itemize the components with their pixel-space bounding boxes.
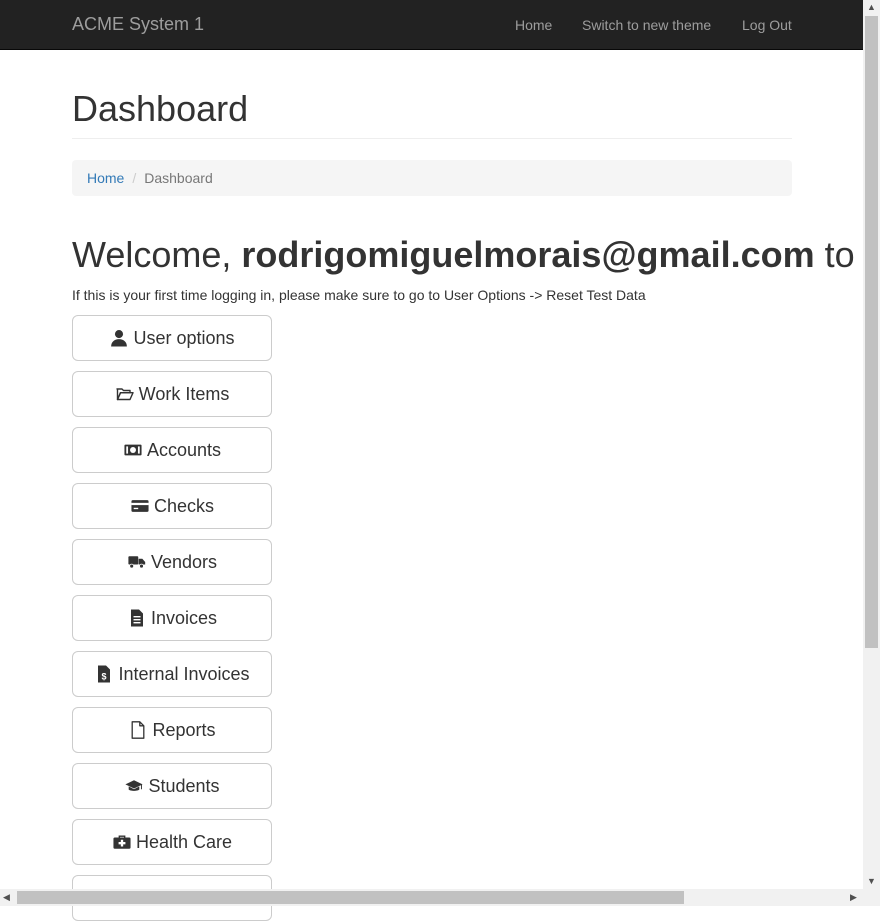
vertical-scrollbar-thumb[interactable] [865,16,878,648]
page-title: Dashboard [72,88,249,129]
health-care-button[interactable]: Health Care [72,819,272,865]
breadcrumb-home-link[interactable]: Home [87,170,124,186]
nav-home-link[interactable]: Home [515,17,552,33]
nav-switch-theme-link[interactable]: Switch to new theme [582,17,711,33]
file-text-icon [127,609,147,627]
graduation-cap-icon [124,777,144,795]
horizontal-scrollbar-thumb[interactable] [17,891,684,904]
internal-invoices-button[interactable]: $ Internal Invoices [72,651,272,697]
medkit-icon [112,833,132,851]
nav-logout-link[interactable]: Log Out [742,17,792,33]
credit-card-icon [130,497,150,515]
folder-open-icon [115,385,135,403]
breadcrumb-separator: / [132,170,137,186]
scroll-right-arrow-icon[interactable]: ▶ [850,892,857,903]
scroll-up-arrow-icon[interactable]: ▲ [867,2,876,12]
title-divider [72,138,792,139]
button-label: Work Items [138,383,230,404]
scroll-left-arrow-icon[interactable]: ◀ [3,892,10,903]
button-label: Invoices [150,607,218,628]
first-login-hint: If this is your first time logging in, p… [72,287,646,303]
button-label: Health Care [135,831,233,852]
accounts-button[interactable]: Accounts [72,427,272,473]
work-items-button[interactable]: Work Items [72,371,272,417]
welcome-suffix: to [814,234,855,275]
button-label: Vendors [150,551,218,572]
top-navbar: ACME System 1 Home Switch to new theme L… [0,0,863,50]
file-invoice-dollar-icon: $ [94,665,114,683]
welcome-prefix: Welcome, [72,234,242,275]
checks-button[interactable]: Checks [72,483,272,529]
breadcrumb-current: Dashboard [144,170,213,186]
truck-icon [127,553,147,571]
brand-link[interactable]: ACME System 1 [72,14,204,35]
button-label: Reports [152,719,216,740]
money-icon [123,441,143,459]
welcome-username: rodrigomiguelmorais@gmail.com [241,234,815,275]
user-options-button[interactable]: User options [72,315,272,361]
scroll-down-arrow-icon[interactable]: ▼ [867,876,876,886]
students-button[interactable]: Students [72,763,272,809]
breadcrumb: Home / Dashboard [72,160,792,196]
vendors-button[interactable]: Vendors [72,539,272,585]
button-label: Accounts [146,439,222,460]
reports-button[interactable]: Reports [72,707,272,753]
button-label: User options [133,327,235,348]
welcome-heading: Welcome, rodrigomiguelmorais@gmail.com t… [72,234,855,276]
svg-text:$: $ [102,672,107,682]
button-label: Students [148,775,220,796]
user-icon [109,329,129,347]
button-label: Checks [153,495,215,516]
invoices-button[interactable]: Invoices [72,595,272,641]
file-icon [128,721,148,739]
button-label: Internal Invoices [118,663,250,684]
